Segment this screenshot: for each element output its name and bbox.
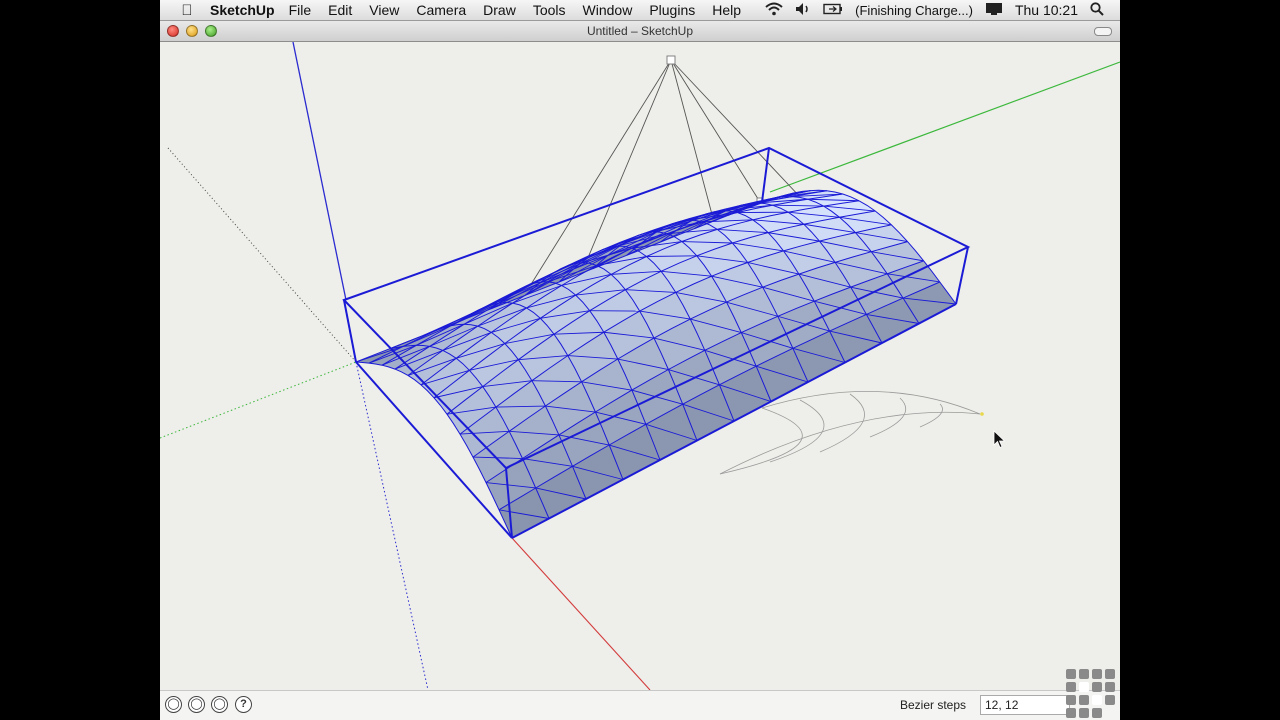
mouse-cursor-icon bbox=[980, 412, 1006, 449]
help-icon[interactable]: ? bbox=[235, 696, 252, 713]
vcb-label: Bezier steps bbox=[900, 698, 967, 712]
toolbar-toggle-button[interactable] bbox=[1094, 27, 1112, 36]
user-icon[interactable]: ◯ bbox=[211, 696, 228, 713]
menu-tools[interactable]: Tools bbox=[533, 2, 566, 18]
menu-bar:  SketchUp File Edit View Camera Draw To… bbox=[160, 0, 1120, 21]
spotlight-search-icon[interactable] bbox=[1090, 1, 1104, 19]
blue-axis-solid bbox=[292, 42, 347, 301]
display-icon[interactable] bbox=[985, 2, 1003, 19]
menu-file[interactable]: File bbox=[289, 2, 312, 18]
menu-camera[interactable]: Camera bbox=[416, 2, 466, 18]
clock[interactable]: Thu 10:21 bbox=[1015, 2, 1078, 18]
screen:  SketchUp File Edit View Camera Draw To… bbox=[160, 0, 1120, 720]
green-axis-dotted bbox=[160, 361, 357, 439]
geolocation-icon[interactable]: ◯ bbox=[165, 696, 182, 713]
battery-status[interactable]: (Finishing Charge...) bbox=[855, 3, 973, 18]
battery-icon[interactable] bbox=[823, 3, 843, 18]
window-title: Untitled – SketchUp bbox=[586, 24, 694, 38]
menu-help[interactable]: Help bbox=[712, 2, 741, 18]
wifi-icon[interactable] bbox=[765, 2, 783, 19]
green-axis-solid bbox=[769, 61, 1120, 193]
model-viewport[interactable] bbox=[160, 42, 1120, 690]
menu-draw[interactable]: Draw bbox=[483, 2, 516, 18]
model-canvas[interactable] bbox=[160, 42, 1120, 690]
app-menu[interactable]: SketchUp bbox=[210, 2, 275, 18]
credits-icon[interactable]: ◯ bbox=[188, 696, 205, 713]
status-bar: ◯ ◯ ◯ ? Bezier steps 12, 12 bbox=[160, 669, 1120, 720]
blue-axis-dotted bbox=[355, 361, 429, 690]
apple-icon[interactable]:  bbox=[176, 2, 198, 19]
window-title-bar: Untitled – SketchUp bbox=[160, 21, 1120, 42]
status-menus: (Finishing Charge...) Thu 10:21 bbox=[765, 1, 1104, 19]
bezier-surface[interactable] bbox=[356, 190, 956, 538]
menu-edit[interactable]: Edit bbox=[328, 2, 352, 18]
volume-icon[interactable] bbox=[795, 2, 811, 19]
menu-window[interactable]: Window bbox=[583, 2, 633, 18]
menu-plugins[interactable]: Plugins bbox=[649, 2, 695, 18]
vcb-input[interactable]: 12, 12 bbox=[980, 695, 1070, 715]
red-axis-dotted bbox=[167, 147, 357, 363]
red-axis-solid bbox=[511, 537, 651, 690]
resize-grip-icon[interactable] bbox=[1062, 665, 1118, 720]
menu-view[interactable]: View bbox=[369, 2, 399, 18]
